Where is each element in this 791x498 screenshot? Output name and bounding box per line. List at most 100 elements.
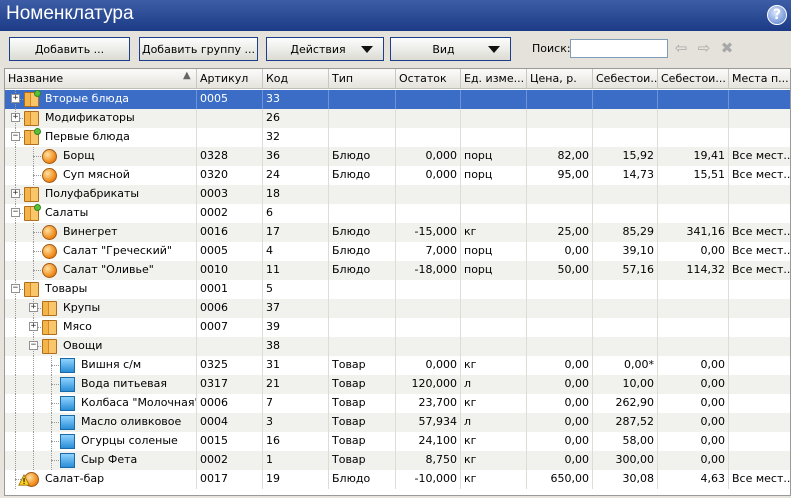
table-row[interactable]: − Овощи 38 xyxy=(5,337,790,356)
dish-icon xyxy=(42,168,57,183)
col-places: Все мест... xyxy=(729,261,790,280)
expand-icon[interactable]: + xyxy=(29,322,38,331)
table-row[interactable]: Вода питьевая 0317 21 Товар 120,000 л 0,00 10,0… xyxy=(5,375,790,394)
table-row[interactable]: + Полуфабрикаты 0003 18 xyxy=(5,185,790,204)
col-cost2: 0,00 xyxy=(658,413,729,432)
table-row[interactable]: Вишня с/м 0325 31 Товар 0,000 кг 0,00 0,00* 0,00 xyxy=(5,356,790,375)
col-code: 38 xyxy=(263,337,329,356)
tree-connector xyxy=(15,356,16,375)
table-row[interactable]: Винегрет 0016 17 Блюдо -15,000 кг 25,00 85,29 34… xyxy=(5,223,790,242)
table-row[interactable]: − Салаты 0002 6 xyxy=(5,204,790,223)
col-price: 0,00 xyxy=(527,394,593,413)
expand-icon[interactable]: + xyxy=(29,303,38,312)
collapse-icon[interactable]: − xyxy=(11,132,20,141)
col-article: 0001 xyxy=(197,280,263,299)
table-row[interactable]: + Крупы 0006 37 xyxy=(5,299,790,318)
help-icon[interactable]: ? xyxy=(767,5,787,25)
cell-name: Вишня с/м xyxy=(5,356,197,375)
table-row[interactable]: Салат-бар 0017 19 Блюдо -10,000 кг 650,00 30,08… xyxy=(5,470,790,489)
row-name: Сыр Фета xyxy=(81,453,138,466)
add-button[interactable]: Добавить ... xyxy=(9,37,130,61)
col-unit xyxy=(461,337,527,356)
col-cost1 xyxy=(593,185,658,204)
expand-icon[interactable]: + xyxy=(11,189,20,198)
col-code: 39 xyxy=(263,318,329,337)
col-unit xyxy=(461,109,527,128)
row-name: Модификаторы xyxy=(45,111,135,124)
col-type xyxy=(329,280,396,299)
col-cost2: 0,00 xyxy=(658,432,729,451)
col-cost1 xyxy=(593,299,658,318)
col-code: 24 xyxy=(263,166,329,185)
clear-search-icon[interactable]: ✖ xyxy=(718,40,736,56)
cell-name: Винегрет xyxy=(5,223,197,242)
cell-name: + Полуфабрикаты xyxy=(5,185,197,204)
table-row[interactable]: Масло оливковое 0004 3 Товар 57,934 л 0,00 287,… xyxy=(5,413,790,432)
table-row[interactable]: Салат "Греческий" 0005 4 Блюдо 7,000 порц 0,00… xyxy=(5,242,790,261)
cell-name: Салат "Оливье" xyxy=(5,261,197,280)
search-input[interactable] xyxy=(570,39,668,58)
collapse-icon[interactable]: − xyxy=(11,284,20,293)
col-places xyxy=(729,204,790,223)
table-row[interactable]: Борщ 0328 36 Блюдо 0,000 порц 82,00 15,92 19,41 В… xyxy=(5,147,790,166)
col-places: Все мест... xyxy=(729,166,790,185)
col-unit: порц xyxy=(461,261,527,280)
view-dropdown[interactable]: Вид xyxy=(390,37,511,61)
col-price xyxy=(527,318,593,337)
tree-connector xyxy=(51,451,52,470)
col-price xyxy=(527,299,593,318)
tree-connector xyxy=(15,261,16,280)
col-places xyxy=(729,356,790,375)
title-bar: Номенклатура ? xyxy=(0,0,791,31)
col-code: 31 xyxy=(263,356,329,375)
row-name: Салаты xyxy=(45,206,89,219)
row-name: Суп мясной xyxy=(63,168,130,181)
table-row[interactable]: Сыр Фета 0002 1 Товар 8,750 кг 0,00 300,00 0,00 xyxy=(5,451,790,470)
header-col-name[interactable]: Название xyxy=(5,69,197,89)
chevron-down-icon xyxy=(361,46,373,53)
actions-dropdown-label: Действия xyxy=(290,42,346,56)
table-row[interactable]: − Товары 0001 5 xyxy=(5,280,790,299)
table-row[interactable]: Колбаса "Молочная" 0006 7 Товар 23,700 кг 0,00… xyxy=(5,394,790,413)
tree-connector xyxy=(33,375,34,394)
table-row[interactable]: + Вторые блюда 0005 33 xyxy=(5,90,790,109)
col-article: 0002 xyxy=(197,204,263,223)
col-stock: 0,000 xyxy=(396,356,461,375)
table-row[interactable]: Суп мясной 0320 24 Блюдо 0,000 порц 95,00 14,73… xyxy=(5,166,790,185)
col-unit xyxy=(461,90,527,109)
table-row[interactable]: − Первые блюда 32 xyxy=(5,128,790,147)
col-price: 0,00 xyxy=(527,356,593,375)
row-name: Первые блюда xyxy=(45,130,130,143)
col-price: 0,00 xyxy=(527,413,593,432)
search-next-icon[interactable]: ⇨ xyxy=(695,40,713,56)
table-row[interactable]: + Модификаторы 26 xyxy=(5,109,790,128)
col-stock: 57,934 xyxy=(396,413,461,432)
folder-icon xyxy=(24,187,39,202)
table-row[interactable]: + Мясо 0007 39 xyxy=(5,318,790,337)
col-article xyxy=(197,128,263,147)
cell-name: Огурцы соленые xyxy=(5,432,197,451)
table-row[interactable]: Салат "Оливье" 0010 11 Блюдо -18,000 порц 50,0… xyxy=(5,261,790,280)
col-places xyxy=(729,90,790,109)
col-article: 0006 xyxy=(197,394,263,413)
col-cost2: 0,00 xyxy=(658,375,729,394)
col-price: 95,00 xyxy=(527,166,593,185)
collapse-icon[interactable]: − xyxy=(29,341,38,350)
cell-name: Колбаса "Молочная" xyxy=(5,394,197,413)
search-prev-icon[interactable]: ⇦ xyxy=(672,40,690,56)
chevron-down-icon xyxy=(488,46,500,53)
table-row[interactable]: Огурцы соленые 0015 16 Товар 24,100 кг 0,00 58,… xyxy=(5,432,790,451)
nomenclature-grid: Название Артикул Код Тип Остаток Ед. изме... Ц… xyxy=(4,68,791,496)
col-stock: 24,100 xyxy=(396,432,461,451)
col-cost2: 0,00 xyxy=(658,451,729,470)
col-cost2 xyxy=(658,337,729,356)
actions-dropdown[interactable]: Действия xyxy=(266,37,384,61)
tree-connector xyxy=(15,432,16,451)
expand-icon[interactable]: + xyxy=(11,113,20,122)
expand-icon[interactable]: + xyxy=(11,94,20,103)
col-type xyxy=(329,299,396,318)
col-cost1 xyxy=(593,204,658,223)
collapse-icon[interactable]: − xyxy=(11,208,20,217)
add-group-button[interactable]: Добавить группу ... xyxy=(139,37,258,61)
col-price: 0,00 xyxy=(527,242,593,261)
